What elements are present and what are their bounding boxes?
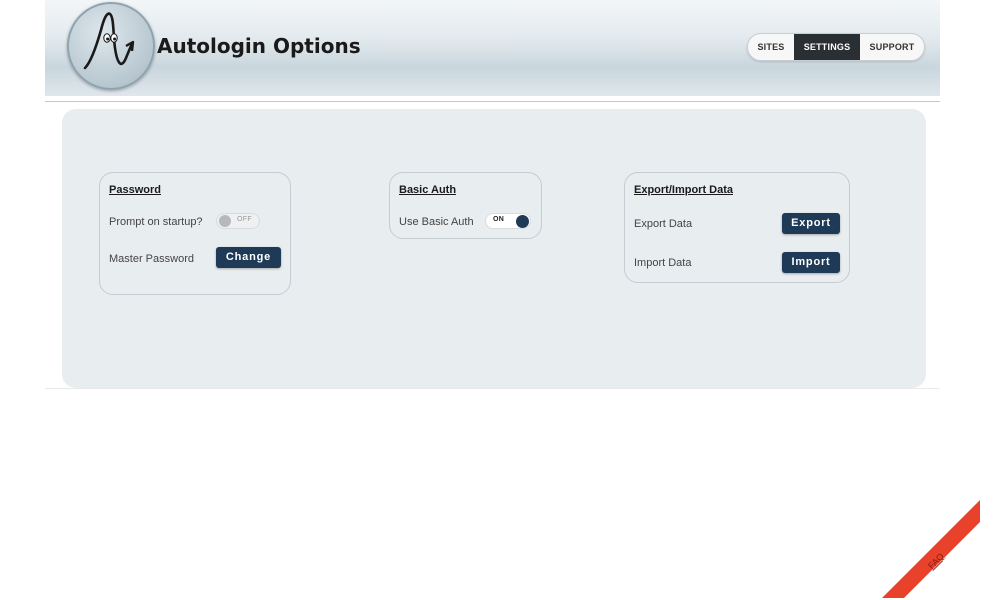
prompt-on-startup-toggle[interactable]: OFF [216,213,260,229]
import-button[interactable]: Import [782,252,840,273]
settings-panel: Password Prompt on startup? OFF Master P… [62,109,926,388]
password-card: Password Prompt on startup? OFF Master P… [99,172,291,295]
toggle-state-label: OFF [237,216,252,223]
app-header: Autologin Options SITES SETTINGS SUPPORT [45,0,940,96]
top-nav: SITES SETTINGS SUPPORT [747,33,925,61]
header-divider [45,101,940,102]
tab-sites[interactable]: SITES [748,34,794,60]
export-data-label: Export Data [634,218,693,230]
change-password-button[interactable]: Change [216,247,281,268]
export-import-card: Export/Import Data Export Data Export Im… [624,172,850,283]
tab-support[interactable]: SUPPORT [860,34,924,60]
autologin-logo-icon [67,2,155,90]
toggle-state-label: ON [493,216,505,223]
faq-ribbon[interactable] [882,500,980,598]
use-basic-auth-label: Use Basic Auth [399,216,474,228]
basic-auth-card: Basic Auth Use Basic Auth ON [389,172,542,239]
toggle-knob [516,215,529,228]
toggle-knob [219,215,231,227]
prompt-on-startup-label: Prompt on startup? [109,216,203,228]
password-card-title: Password [109,184,161,196]
export-button[interactable]: Export [782,213,840,234]
master-password-label: Master Password [109,253,194,265]
page-title: Autologin Options [157,34,361,58]
basic-auth-card-title: Basic Auth [399,184,457,196]
basic-auth-toggle[interactable]: ON [485,213,531,229]
tab-settings[interactable]: SETTINGS [794,34,860,60]
export-import-card-title: Export/Import Data [634,184,734,196]
import-data-label: Import Data [634,257,692,269]
panel-divider [45,388,940,389]
